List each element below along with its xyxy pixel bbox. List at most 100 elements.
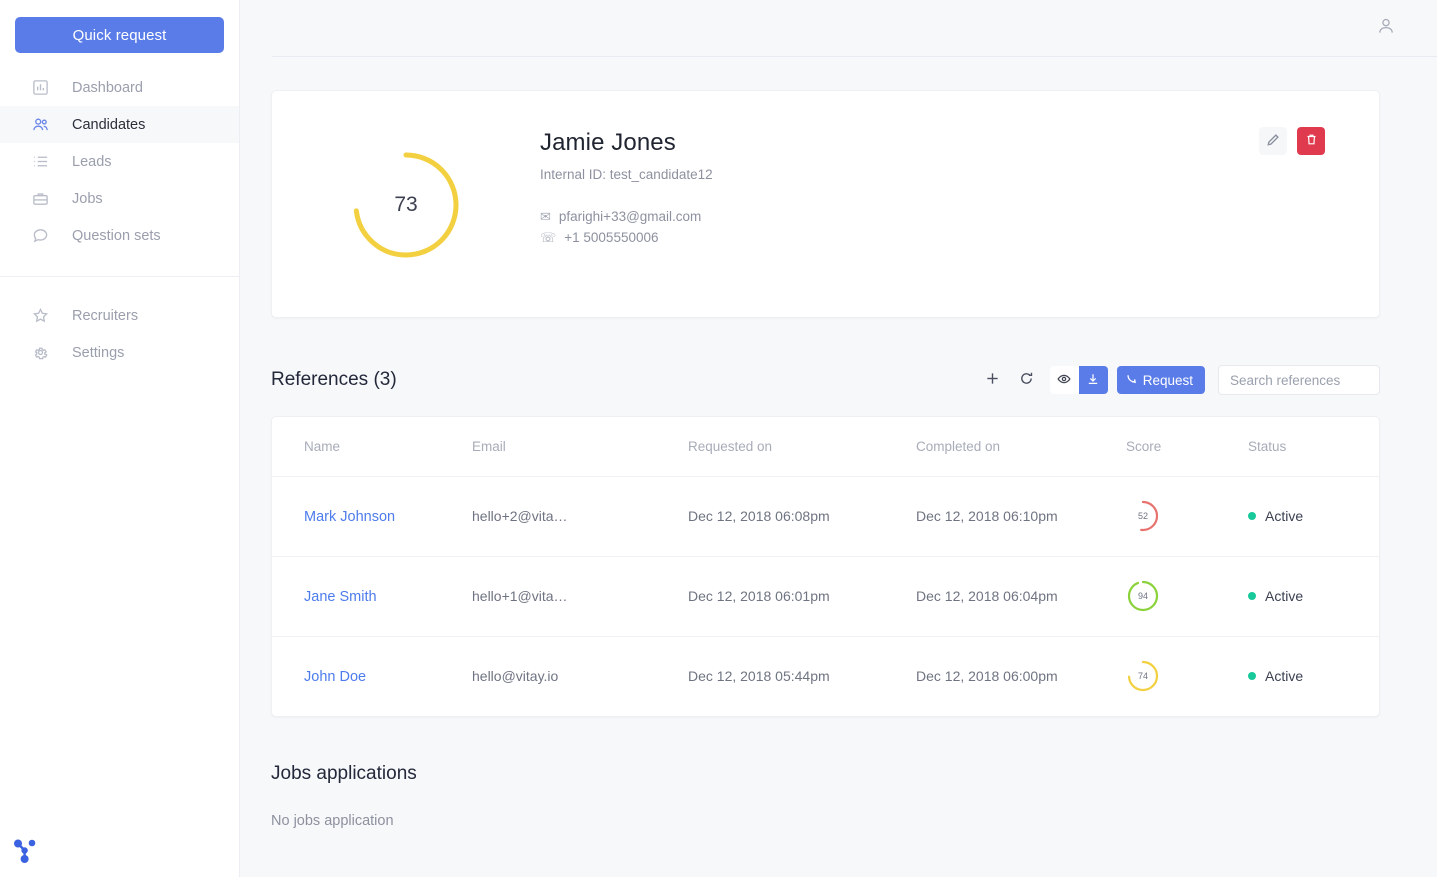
trash-icon — [1305, 133, 1318, 149]
list-icon — [32, 153, 49, 170]
references-header: References (3) — [271, 365, 1380, 395]
sidebar-item-settings[interactable]: Settings — [0, 334, 239, 371]
candidate-card-actions — [1259, 127, 1325, 155]
sidebar: Quick request Dashboard Candidates Leads — [0, 0, 240, 877]
briefcase-icon — [32, 190, 49, 207]
candidate-score-value: 73 — [394, 193, 417, 217]
gear-icon — [32, 344, 49, 361]
references-table: Name Email Requested on Completed on Sco… — [271, 416, 1380, 717]
table-row[interactable]: Mark Johnson hello+2@vita… Dec 12, 2018 06… — [272, 476, 1380, 556]
cell-requested-on: Dec 12, 2018 05:44pm — [688, 636, 916, 716]
reference-score-ring: 74 — [1126, 659, 1160, 693]
candidate-phone-row: ☏ +1 5005550006 — [540, 230, 1379, 245]
cell-name: Mark Johnson — [272, 476, 472, 556]
reference-email: hello@vitay.io — [472, 668, 584, 684]
column-header-name: Name — [272, 417, 472, 476]
user-icon[interactable] — [1377, 17, 1395, 40]
candidate-name: Jamie Jones — [540, 129, 1379, 157]
status-badge: Active — [1248, 668, 1380, 684]
chat-bubble-icon — [32, 227, 49, 244]
cell-completed-on: Dec 12, 2018 06:10pm — [916, 476, 1126, 556]
table-row[interactable]: Jane Smithhello+1@vita…Dec 12, 2018 06:0… — [272, 556, 1380, 636]
status-label: Active — [1265, 668, 1303, 684]
cell-requested-on: Dec 12, 2018 06:08pm — [688, 476, 916, 556]
sidebar-item-label: Dashboard — [72, 80, 143, 96]
sidebar-item-dashboard[interactable]: Dashboard — [0, 69, 239, 106]
eye-icon — [1057, 372, 1071, 389]
request-button-label: Request — [1143, 373, 1193, 388]
reference-name-link[interactable]: Jane Smith — [304, 589, 377, 605]
cell-status: Active — [1248, 556, 1380, 636]
status-badge: Active — [1248, 508, 1380, 524]
candidate-email-row: ✉ pfarighi+33@gmail.com — [540, 209, 1379, 224]
view-mode-segmented-control — [1050, 366, 1108, 394]
status-label: Active — [1265, 588, 1303, 604]
reference-email: hello+2@vita… — [472, 508, 584, 524]
refresh-references-button[interactable] — [1010, 365, 1044, 395]
sidebar-item-label: Settings — [72, 345, 124, 361]
download-icon — [1086, 372, 1100, 389]
sidebar-secondary-nav: Recruiters Settings — [0, 297, 239, 371]
reference-score-ring: 94 — [1126, 579, 1160, 613]
column-header-score: Score — [1126, 417, 1248, 476]
table-row[interactable]: John Doe hello@vitay.io Dec 12, 2018 05:44… — [272, 636, 1380, 716]
column-header-completed-on: Completed on — [916, 417, 1126, 476]
jobs-applications-section: Jobs applications No jobs application — [271, 763, 1380, 829]
plus-icon — [985, 371, 1000, 389]
cell-status: Active — [1248, 636, 1380, 716]
sidebar-item-recruiters[interactable]: Recruiters — [0, 297, 239, 334]
vitay-node-logo — [10, 835, 40, 865]
table-header-row: Name Email Requested on Completed on Sco… — [272, 417, 1380, 476]
candidate-info: Jamie Jones Internal ID: test_candidate1… — [540, 91, 1379, 245]
table-body: Mark Johnson hello+2@vita… Dec 12, 2018 06… — [272, 476, 1380, 716]
table-head: Name Email Requested on Completed on Sco… — [272, 417, 1380, 476]
sidebar-divider — [0, 276, 239, 277]
sidebar-item-candidates[interactable]: Candidates — [0, 106, 239, 143]
cell-completed-on: Dec 12, 2018 06:00pm — [916, 636, 1126, 716]
cell-email: hello+2@vita… — [472, 476, 688, 556]
status-dot-icon — [1248, 592, 1256, 600]
references-table-element: Name Email Requested on Completed on Sco… — [272, 417, 1380, 716]
delete-candidate-button[interactable] — [1297, 127, 1325, 155]
sidebar-item-label: Leads — [72, 154, 112, 170]
sidebar-item-label: Question sets — [72, 228, 161, 244]
add-reference-button[interactable] — [976, 365, 1010, 395]
candidate-internal-id: Internal ID: test_candidate12 — [540, 167, 1379, 182]
candidate-score-ring: 73 — [272, 91, 540, 319]
sidebar-primary-nav: Dashboard Candidates Leads Jobs — [0, 63, 239, 254]
cell-name: Jane Smith — [272, 556, 472, 636]
edit-candidate-button[interactable] — [1259, 127, 1287, 155]
chart-bar-icon — [32, 79, 49, 96]
envelope-icon: ✉ — [540, 210, 551, 223]
page-content: 73 Jamie Jones Internal ID: test_candida… — [240, 57, 1437, 829]
jobs-applications-title: Jobs applications — [271, 763, 1380, 785]
sidebar-item-label: Candidates — [72, 117, 145, 133]
references-title: References (3) — [271, 369, 397, 391]
column-header-requested-on: Requested on — [688, 417, 916, 476]
status-dot-icon — [1248, 512, 1256, 520]
pencil-icon — [1266, 133, 1280, 150]
search-references-input[interactable] — [1218, 365, 1380, 395]
sidebar-item-question-sets[interactable]: Question sets — [0, 217, 239, 254]
arrow-curve-icon — [1126, 373, 1138, 388]
cell-name: John Doe — [272, 636, 472, 716]
refresh-icon — [1019, 371, 1034, 389]
reference-email: hello+1@vita… — [472, 588, 584, 604]
cell-score: 94 — [1126, 556, 1248, 636]
reference-name-link[interactable]: Mark Johnson — [304, 509, 395, 525]
sidebar-item-leads[interactable]: Leads — [0, 143, 239, 180]
sidebar-item-jobs[interactable]: Jobs — [0, 180, 239, 217]
preview-references-button[interactable] — [1050, 366, 1079, 394]
quick-request-button[interactable]: Quick request — [15, 17, 224, 53]
download-references-button[interactable] — [1079, 366, 1108, 394]
status-label: Active — [1265, 508, 1303, 524]
cell-email: hello+1@vita… — [472, 556, 688, 636]
cell-email: hello@vitay.io — [472, 636, 688, 716]
cell-score: 52 — [1126, 476, 1248, 556]
reference-name-link[interactable]: John Doe — [304, 669, 366, 685]
candidate-profile-card: 73 Jamie Jones Internal ID: test_candida… — [271, 90, 1380, 318]
candidate-contact: ✉ pfarighi+33@gmail.com ☏ +1 5005550006 — [540, 209, 1379, 245]
request-reference-button[interactable]: Request — [1117, 366, 1205, 394]
sidebar-item-label: Recruiters — [72, 308, 138, 324]
star-icon — [32, 307, 49, 324]
